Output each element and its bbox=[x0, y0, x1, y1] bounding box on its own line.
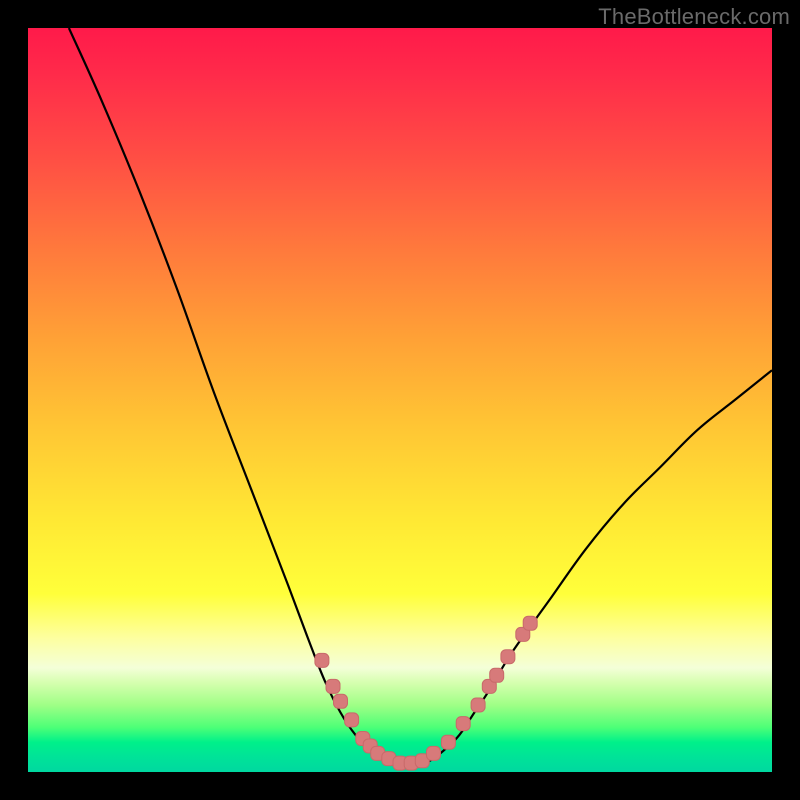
curve-marker bbox=[490, 668, 504, 682]
curve-markers bbox=[315, 616, 537, 770]
curve-marker bbox=[471, 698, 485, 712]
curve-marker bbox=[315, 653, 329, 667]
watermark-text: TheBottleneck.com bbox=[598, 4, 790, 30]
curve-marker bbox=[345, 713, 359, 727]
plot-area bbox=[28, 28, 772, 772]
bottleneck-curve bbox=[69, 28, 772, 765]
curve-marker bbox=[427, 746, 441, 760]
curve-marker bbox=[334, 694, 348, 708]
chart-frame: TheBottleneck.com bbox=[0, 0, 800, 800]
curve-marker bbox=[456, 717, 470, 731]
curve-marker bbox=[326, 679, 340, 693]
chart-svg bbox=[28, 28, 772, 772]
curve-marker bbox=[523, 616, 537, 630]
curve-marker bbox=[441, 735, 455, 749]
curve-marker bbox=[501, 650, 515, 664]
